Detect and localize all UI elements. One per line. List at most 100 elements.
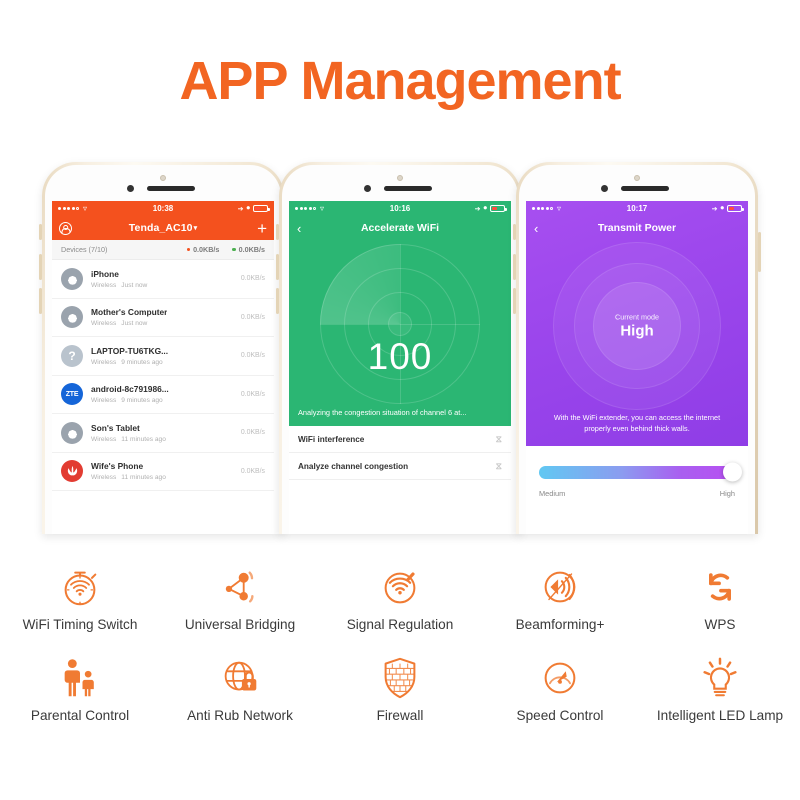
- chevron-down-icon: ▾: [193, 224, 198, 232]
- feature-beamforming[interactable]: Beamforming+: [480, 555, 640, 632]
- feature-speed-control[interactable]: Speed Control: [480, 646, 640, 723]
- status-time: 10:38: [152, 204, 174, 213]
- power-button[interactable]: [758, 232, 761, 272]
- page-root: APP Management ▿ 10:38 ➔ ⏺ Tenda_AC10▾ +…: [0, 0, 800, 800]
- table-row[interactable]: iPhone Wireless Just now 0.0KB/s: [52, 260, 274, 299]
- device-seen: 11 minutes ago: [121, 435, 166, 443]
- volume-down-button[interactable]: [276, 288, 279, 314]
- table-row[interactable]: ? LAPTOP-TU6TKG... Wireless 9 minutes ago…: [52, 337, 274, 376]
- device-conn: Wireless: [91, 474, 117, 482]
- device-conn: Wireless: [91, 435, 117, 443]
- list-item[interactable]: Analyze channel congestion ⧖: [289, 453, 511, 480]
- feature-row-2: Parental Control Anti Rub Network Firewa…: [0, 646, 800, 723]
- device-name: LAPTOP-TU6TKG...: [91, 345, 169, 356]
- bridge-nodes-icon: [162, 559, 318, 615]
- device-name: android-8c791986...: [91, 384, 169, 395]
- table-row[interactable]: ZTE android-8c791986... Wireless 9 minute…: [52, 375, 274, 414]
- feature-firewall[interactable]: Firewall: [320, 646, 480, 723]
- slider-knob[interactable]: [723, 462, 742, 482]
- phone-top-hardware: [526, 165, 748, 201]
- feature-universal-bridging[interactable]: Universal Bridging: [160, 555, 320, 632]
- screen-device-list: ▿ 10:38 ➔ ⏺ Tenda_AC10▾ + Devices (7/10)…: [52, 201, 274, 534]
- device-conn: Wireless: [91, 397, 117, 405]
- app-navbar: ‹ Transmit Power: [526, 216, 748, 240]
- back-icon[interactable]: ‹: [534, 222, 538, 235]
- item-label: WiFi interference: [298, 434, 365, 444]
- device-meta: Mother's Computer Wireless Just now: [91, 307, 167, 327]
- silent-switch[interactable]: [39, 224, 42, 240]
- item-label: Analyze channel congestion: [298, 461, 409, 471]
- volume-up-button[interactable]: [276, 254, 279, 280]
- list-item[interactable]: WiFi interference ⧖: [289, 426, 511, 453]
- current-mode-label: Current mode: [615, 312, 659, 322]
- phone-face: ▿ 10:17 ➔ ⏺ ‹ Transmit Power Current mod…: [519, 165, 755, 534]
- status-bar: ▿ 10:17 ➔ ⏺: [526, 201, 748, 216]
- feature-label: Firewall: [376, 708, 424, 723]
- feature-label: Signal Regulation: [346, 617, 454, 632]
- volume-up-button[interactable]: [39, 254, 42, 280]
- volume-down-button[interactable]: [39, 288, 42, 314]
- volume-down-button[interactable]: [513, 288, 516, 314]
- feature-anti-rub-network[interactable]: Anti Rub Network: [160, 646, 320, 723]
- device-seen: 11 minutes ago: [121, 474, 166, 482]
- beamforming-icon: [482, 559, 638, 615]
- proximity-sensor-icon: [364, 185, 371, 192]
- device-meta: android-8c791986... Wireless 9 minutes ag…: [91, 384, 169, 404]
- device-sub: Wireless Just now: [91, 282, 152, 289]
- wps-refresh-icon: [642, 559, 798, 615]
- status-bar: ▿ 10:16 ➔ ⏺: [289, 201, 511, 216]
- device-seen: 9 minutes ago: [121, 358, 163, 366]
- page-title: APP Management: [179, 51, 621, 111]
- apple-icon: [61, 306, 83, 329]
- phone-transmit-power: ▿ 10:17 ➔ ⏺ ‹ Transmit Power Current mod…: [513, 162, 761, 534]
- screen-accelerate-wifi: ▿ 10:16 ➔ ⏺ ‹ Accelerate WiFi 100 Analyz…: [289, 201, 511, 534]
- traffic-rates: 0.0KB/s 0.0KB/s: [186, 245, 265, 254]
- feature-wifi-timing-switch[interactable]: WiFi Timing Switch: [0, 555, 160, 632]
- front-camera-icon: [634, 175, 640, 181]
- volume-up-button[interactable]: [513, 254, 516, 280]
- devices-count-label: Devices (7/10): [61, 245, 108, 254]
- device-sub: Wireless 11 minutes ago: [91, 436, 171, 443]
- power-slider[interactable]: [539, 462, 742, 482]
- feature-parental-control[interactable]: Parental Control: [0, 646, 160, 723]
- speedometer-icon: [482, 650, 638, 706]
- spinner-icon: ⧖: [495, 460, 502, 471]
- earpiece-speaker: [384, 186, 432, 191]
- app-navbar: ‹ Accelerate WiFi: [289, 216, 511, 240]
- phone-accelerate-wifi: ▿ 10:16 ➔ ⏺ ‹ Accelerate WiFi 100 Analyz…: [276, 162, 524, 534]
- apple-icon: [61, 421, 83, 444]
- ssid-label: Tenda_AC10: [128, 222, 193, 234]
- radar-visual: 100: [289, 240, 511, 408]
- device-sub: Wireless 9 minutes ago: [91, 359, 168, 366]
- download-rate-value: 0.0KB/s: [238, 245, 265, 254]
- silent-switch[interactable]: [513, 224, 516, 240]
- table-row[interactable]: Wife's Phone Wireless 11 minutes ago 0.0K…: [52, 452, 274, 491]
- huawei-icon: [61, 460, 83, 483]
- app-navbar: Tenda_AC10▾ +: [52, 216, 274, 240]
- device-conn: Wireless: [91, 320, 117, 328]
- globe-lock-icon: [162, 650, 318, 706]
- device-rate: 0.0KB/s: [240, 313, 265, 321]
- status-bar: ▿ 10:38 ➔ ⏺: [52, 201, 274, 216]
- wifi-timer-icon: [2, 559, 158, 615]
- ssid-selector[interactable]: Tenda_AC10▾: [52, 222, 274, 234]
- device-rate: 0.0KB/s: [240, 390, 265, 398]
- brick-shield-icon: [322, 650, 478, 706]
- table-row[interactable]: Mother's Computer Wireless Just now 0.0KB…: [52, 298, 274, 337]
- feature-intelligent-led-lamp[interactable]: Intelligent LED Lamp: [640, 646, 800, 723]
- device-meta: Son's Tablet Wireless 11 minutes ago: [91, 423, 171, 443]
- table-row[interactable]: Son's Tablet Wireless 11 minutes ago 0.0K…: [52, 414, 274, 453]
- feature-signal-regulation[interactable]: Signal Regulation: [320, 555, 480, 632]
- back-icon[interactable]: ‹: [297, 222, 301, 235]
- transmit-hero: ▿ 10:17 ➔ ⏺ ‹ Transmit Power Current mod…: [526, 201, 748, 446]
- apple-icon: [61, 267, 83, 290]
- feature-wps[interactable]: WPS: [640, 555, 800, 632]
- feature-label: Beamforming+: [515, 617, 605, 632]
- analysis-status-text: Analyzing the congestion situation of ch…: [298, 408, 467, 417]
- earpiece-speaker: [147, 186, 195, 191]
- silent-switch[interactable]: [276, 224, 279, 240]
- upload-rate-value: 0.0KB/s: [193, 245, 220, 254]
- device-meta: Wife's Phone Wireless 11 minutes ago: [91, 461, 171, 481]
- feature-label: Anti Rub Network: [187, 708, 293, 723]
- phone-face: ▿ 10:38 ➔ ⏺ Tenda_AC10▾ + Devices (7/10)…: [45, 165, 281, 534]
